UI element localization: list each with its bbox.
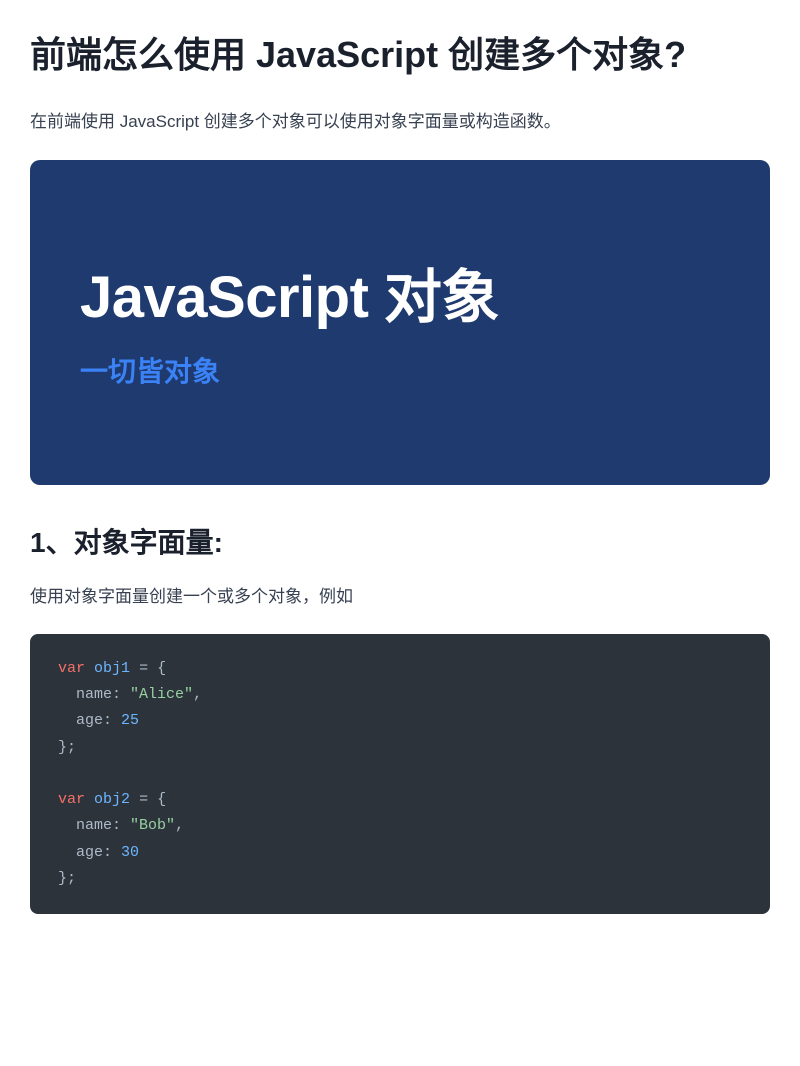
- code-property: age: [76, 844, 103, 861]
- intro-paragraph: 在前端使用 JavaScript 创建多个对象可以使用对象字面量或构造函数。: [30, 108, 770, 135]
- code-punct: ,: [175, 817, 184, 834]
- code-variable: obj1: [94, 660, 130, 677]
- code-punct: :: [112, 686, 130, 703]
- code-punct: = {: [139, 791, 166, 808]
- section-heading-1: 1、对象字面量:: [30, 521, 770, 561]
- code-number: 25: [121, 712, 139, 729]
- section-description-1: 使用对象字面量创建一个或多个对象，例如: [30, 583, 770, 610]
- code-punct: };: [58, 870, 76, 887]
- hero-subtitle: 一切皆对象: [80, 350, 720, 390]
- code-block-1: var obj1 = { name: "Alice", age: 25 }; v…: [30, 634, 770, 914]
- code-number: 30: [121, 844, 139, 861]
- code-property: age: [76, 712, 103, 729]
- code-punct: :: [112, 817, 130, 834]
- hero-banner: JavaScript 对象 一切皆对象: [30, 160, 770, 485]
- code-string: "Alice": [130, 686, 193, 703]
- hero-title: JavaScript 对象: [80, 250, 720, 334]
- code-property: name: [76, 686, 112, 703]
- code-punct: = {: [139, 660, 166, 677]
- code-punct: :: [103, 712, 121, 729]
- page-title: 前端怎么使用 JavaScript 创建多个对象?: [30, 30, 770, 80]
- code-variable: obj2: [94, 791, 130, 808]
- code-punct: };: [58, 739, 76, 756]
- code-keyword: var: [58, 660, 85, 677]
- code-string: "Bob": [130, 817, 175, 834]
- code-keyword: var: [58, 791, 85, 808]
- code-property: name: [76, 817, 112, 834]
- code-punct: :: [103, 844, 121, 861]
- code-punct: ,: [193, 686, 202, 703]
